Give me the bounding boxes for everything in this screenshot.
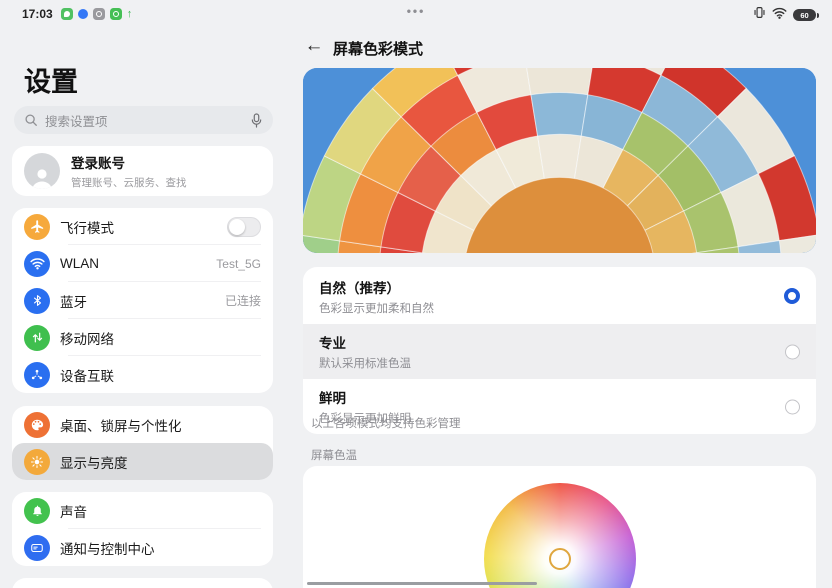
tablet-settings-screen: 17:03 ↑ ••• 60 设置 搜索设置项 <box>0 0 832 588</box>
login-account-row[interactable]: 登录账号 管理账号、云服务、查找 <box>12 146 273 196</box>
screen-color-mode-panel: ← 屏幕色彩模式 自然（推荐） 色彩显示更加柔和自然 专业 默认采用标准色温 鲜… <box>285 0 832 588</box>
sidebar-item-mobile-network[interactable]: 移动网络 <box>12 319 273 356</box>
search-placeholder: 搜索设置项 <box>45 111 243 130</box>
bluetooth-icon <box>24 288 50 314</box>
bell-icon <box>24 498 50 524</box>
radio-professional[interactable] <box>785 344 800 359</box>
interconnect-icon <box>24 362 50 388</box>
detail-title: 屏幕色彩模式 <box>333 38 423 59</box>
sidebar-item-wlan[interactable]: WLAN Test_5G <box>12 245 273 282</box>
personalization-group: 桌面、锁屏与个性化 显示与亮度 <box>12 406 273 480</box>
sidebar-item-airplane-mode[interactable]: 飞行模式 <box>12 208 273 245</box>
account-subtitle: 管理账号、云服务、查找 <box>71 175 187 190</box>
wlan-value: Test_5G <box>216 257 261 271</box>
sidebar-item-partial[interactable] <box>12 578 273 588</box>
hot-air-balloon-illustration <box>303 68 816 253</box>
bluetooth-value: 已连接 <box>225 292 261 309</box>
horizontal-scroll-indicator[interactable] <box>307 582 537 585</box>
sound-group: 声音 通知与控制中心 <box>12 492 273 566</box>
sun-icon <box>24 449 50 475</box>
color-mode-options: 自然（推荐） 色彩显示更加柔和自然 专业 默认采用标准色温 鲜明 色彩显示更加鲜… <box>303 267 816 434</box>
page-title: 设置 <box>24 60 78 99</box>
color-preview-image <box>303 68 816 253</box>
account-title: 登录账号 <box>71 152 187 172</box>
option-natural[interactable]: 自然（推荐） 色彩显示更加柔和自然 <box>303 267 816 324</box>
avatar <box>24 153 60 189</box>
sidebar-item-sound[interactable]: 声音 <box>12 492 273 529</box>
airplane-icon <box>24 214 50 240</box>
sidebar-item-bluetooth[interactable]: 蓝牙 已连接 <box>12 282 273 319</box>
radio-vivid[interactable] <box>785 399 800 414</box>
sidebar-item-device-interconnect[interactable]: 设备互联 <box>12 356 273 393</box>
temperature-section-label: 屏幕色温 <box>311 447 357 463</box>
wheel-selector-handle[interactable] <box>549 548 571 570</box>
option-professional[interactable]: 专业 默认采用标准色温 <box>303 324 816 379</box>
color-temperature-wheel[interactable] <box>484 483 636 588</box>
color-temperature-card <box>303 466 816 588</box>
notification-icon <box>24 535 50 561</box>
search-input[interactable]: 搜索设置项 <box>14 106 273 134</box>
sidebar-item-display-brightness[interactable]: 显示与亮度 <box>12 443 273 480</box>
search-icon <box>24 113 38 127</box>
back-button[interactable]: ← <box>301 33 327 59</box>
radio-natural-selected[interactable] <box>784 288 800 304</box>
mobile-data-icon <box>24 325 50 351</box>
modes-note: 以上各项模式均支持色彩管理 <box>311 415 461 431</box>
palette-icon <box>24 412 50 438</box>
airplane-mode-toggle[interactable] <box>227 217 261 237</box>
wifi-circle-icon <box>24 251 50 277</box>
next-group-partial <box>12 578 273 588</box>
sidebar-item-notification-center[interactable]: 通知与控制中心 <box>12 529 273 566</box>
settings-sidebar: 设置 搜索设置项 登录账号 管理账号、云服务、查找 飞行模式 <box>0 0 285 588</box>
sidebar-item-personalization[interactable]: 桌面、锁屏与个性化 <box>12 406 273 443</box>
network-settings-group: 飞行模式 WLAN Test_5G 蓝牙 已连接 <box>12 208 273 393</box>
microphone-icon[interactable] <box>250 113 263 128</box>
